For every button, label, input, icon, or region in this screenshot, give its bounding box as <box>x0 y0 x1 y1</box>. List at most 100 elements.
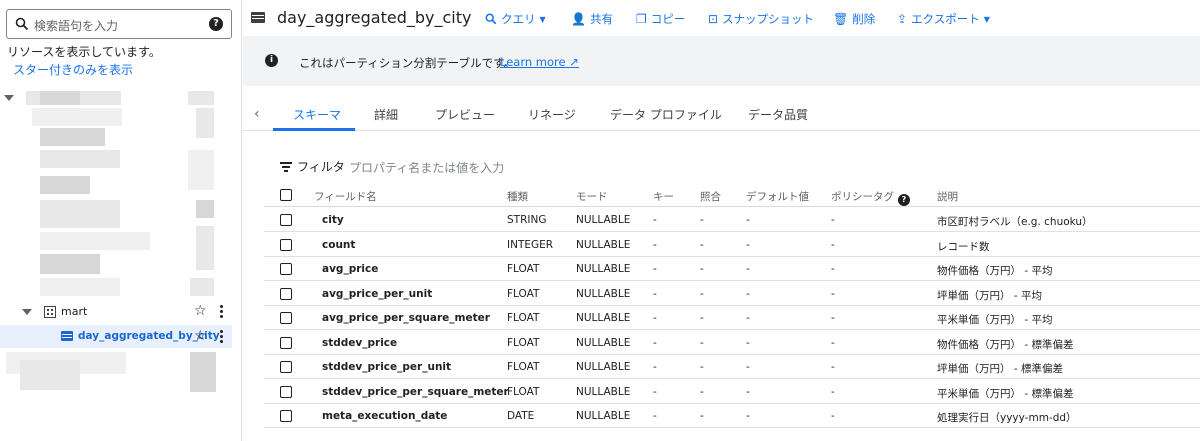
dropdown-arrow-icon: ▼ <box>983 14 990 24</box>
more-vert-icon[interactable] <box>220 330 223 343</box>
row-checkbox[interactable] <box>280 361 292 373</box>
redacted-block <box>40 150 120 168</box>
table-header-row: フィールド名 種類 モード キー 照合 デフォルト値 ポリシータグ? 説明 <box>264 183 1200 207</box>
tab-preview[interactable]: プレビュー <box>435 106 495 123</box>
cell-policy: - <box>831 238 835 251</box>
redacted-block <box>190 278 214 296</box>
row-checkbox[interactable] <box>280 287 292 300</box>
table-row: stddev_price FLOAT NULLABLE - - - - 物件価格（万円） - … <box>264 331 1200 355</box>
cell-default: - <box>746 238 750 251</box>
query-button[interactable]: クエリ ▼ <box>485 11 546 27</box>
cell-collation: - <box>700 214 704 226</box>
filter-label: フィルタ <box>297 160 345 174</box>
top-toolbar: day_aggregated_by_city クエリ ▼ 👤 共有 ❐ コピー … <box>243 0 1200 36</box>
snapshot-button[interactable]: ⊡ スナップショット <box>708 11 814 27</box>
column-header[interactable]: 照合 <box>700 189 721 204</box>
tab-data-profile[interactable]: データ プロファイル <box>610 106 722 123</box>
table-row: meta_execution_date DATE NULLABLE - - - - 処理実行日… <box>264 404 1200 428</box>
column-header[interactable]: キー <box>653 189 674 204</box>
more-vert-icon[interactable] <box>220 305 223 318</box>
cell-name: avg_price_per_square_meter <box>322 312 490 324</box>
star-icon[interactable]: ☆ <box>194 303 207 319</box>
redacted-block <box>40 232 150 250</box>
banner-message: これはパーティション分割テーブルです。 <box>299 56 515 70</box>
redacted-block <box>188 150 214 190</box>
chevron-left-icon[interactable]: ‹ <box>254 106 260 122</box>
cell-key: - <box>653 312 657 324</box>
row-checkbox[interactable] <box>280 312 292 324</box>
column-header[interactable]: フィールド名 <box>314 189 377 204</box>
cell-policy: - <box>831 336 835 349</box>
cell-type: FLOAT <box>507 312 540 324</box>
help-icon[interactable]: ? <box>898 194 910 206</box>
cell-type: FLOAT <box>507 385 540 398</box>
showing-resources-text: リソースを表示しています。 <box>7 45 161 59</box>
cell-description: 平米単価（万円） - 平均 <box>937 314 1053 326</box>
column-header[interactable]: 種類 <box>507 189 528 204</box>
open-in-new-icon: ↗ <box>569 55 579 69</box>
table-row: count INTEGER NULLABLE - - - - レコード数 <box>264 233 1200 257</box>
table-row: avg_price FLOAT NULLABLE - - - - 物件価格（万円） - 平均 <box>264 257 1200 281</box>
search-input[interactable]: 検索語句を入力 <box>34 17 118 34</box>
cell-policy: - <box>831 361 835 373</box>
tab-lineage[interactable]: リネージ <box>528 106 576 123</box>
row-checkbox[interactable] <box>280 263 292 275</box>
cell-policy: - <box>831 312 835 324</box>
search-icon <box>15 17 29 31</box>
snapshot-icon: ⊡ <box>708 12 719 26</box>
cell-description: 物件価格（万円） - 標準偏差 <box>937 338 1074 351</box>
export-button[interactable]: ⇪ エクスポート ▼ <box>897 11 990 27</box>
expand-caret-icon[interactable] <box>4 95 14 101</box>
schema-filter[interactable]: フィルタ プロパティ名または値を入力 <box>280 158 504 175</box>
cell-default: - <box>746 214 750 226</box>
cell-policy: - <box>831 214 835 226</box>
filter-input[interactable]: プロパティ名または値を入力 <box>349 159 504 176</box>
column-header[interactable]: デフォルト値 <box>746 189 809 204</box>
cell-type: FLOAT <box>507 263 540 275</box>
cell-collation: - <box>700 410 704 422</box>
column-header[interactable]: 説明 <box>937 189 958 204</box>
tab-details[interactable]: 詳細 <box>374 106 398 123</box>
help-icon[interactable]: ? <box>209 17 223 31</box>
redacted-block <box>196 226 214 270</box>
redacted-block <box>40 200 120 228</box>
share-button[interactable]: 👤 共有 <box>571 11 613 27</box>
filter-list-icon <box>280 162 292 172</box>
dataset-name: mart <box>61 305 88 318</box>
search-icon <box>485 13 497 25</box>
redacted-block <box>196 200 214 218</box>
cell-name: meta_execution_date <box>322 410 448 422</box>
table-icon <box>251 12 265 23</box>
starred-only-link[interactable]: スター付きのみを表示 <box>13 61 133 78</box>
column-header[interactable]: モード <box>576 189 608 204</box>
tab-schema[interactable]: スキーマ <box>293 106 341 123</box>
select-all-checkbox[interactable] <box>280 189 292 201</box>
learn-more-link[interactable]: Learn more ↗ <box>500 55 579 69</box>
copy-button[interactable]: ❐ コピー <box>636 11 685 27</box>
query-label: クエリ <box>501 12 536 26</box>
explorer-panel: 検索語句を入力 ? リソースを表示しています。 スター付きのみを表示 mart … <box>0 0 242 441</box>
redacted-block <box>196 108 214 138</box>
row-checkbox[interactable] <box>280 385 292 398</box>
redacted-block <box>40 176 90 194</box>
row-checkbox[interactable] <box>280 238 292 251</box>
row-checkbox[interactable] <box>280 410 292 422</box>
row-checkbox[interactable] <box>280 336 292 349</box>
delete-button[interactable]: 🗑 削除 <box>833 11 875 27</box>
table-row: stddev_price_per_unit FLOAT NULLABLE - - - - 坪単… <box>264 355 1200 379</box>
expand-caret-icon[interactable] <box>22 309 32 315</box>
cell-key: - <box>653 238 657 251</box>
cell-key: - <box>653 385 657 398</box>
cell-mode: NULLABLE <box>576 385 631 398</box>
tree-item-dataset[interactable]: mart ☆ <box>0 301 240 323</box>
delete-label: 削除 <box>852 12 876 26</box>
tab-data-quality[interactable]: データ品質 <box>748 106 808 123</box>
tree-item-table-selected[interactable]: day_aggregated_by_city ☆ <box>0 325 232 348</box>
explorer-search-box[interactable]: 検索語句を入力 ? <box>6 9 232 39</box>
row-checkbox[interactable] <box>280 214 292 226</box>
redacted-block <box>40 278 120 296</box>
table-row: avg_price_per_square_meter FLOAT NULLABLE -… <box>264 306 1200 330</box>
table-row: avg_price_per_unit FLOAT NULLABLE - - - - 坪単価（万… <box>264 282 1200 306</box>
star-icon[interactable]: ☆ <box>194 328 207 344</box>
column-header[interactable]: ポリシータグ? <box>831 189 910 206</box>
